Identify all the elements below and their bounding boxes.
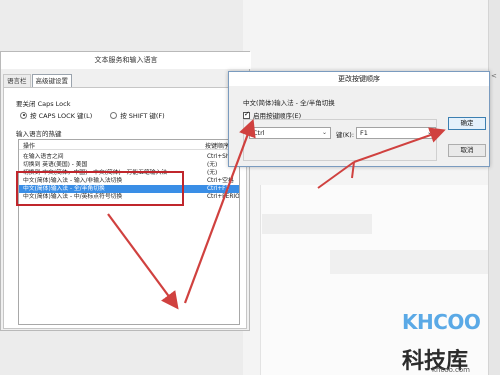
modifier-value: Ctrl (253, 129, 265, 137)
chevron-down-icon: ⌄ (321, 129, 327, 136)
tab-advanced-key-settings[interactable]: 高级键设置 (31, 74, 72, 87)
cancel-button[interactable]: 取消 (448, 144, 486, 157)
list-item-action: 切换到 英语(美国) - 美国 (23, 162, 88, 168)
caps-lock-label: 要关闭 Caps Lock (16, 100, 71, 108)
key-label: 键(K): (336, 131, 355, 139)
list-item[interactable]: 在输入语言之间 Ctrl+Shift (19, 153, 239, 161)
key-group-box (243, 119, 437, 161)
header-key-sequence: 按键顺序 (205, 143, 230, 150)
radio-shift[interactable] (110, 111, 118, 119)
language-text: 中文(简体)输入法 - 全/半角切换 (243, 99, 335, 107)
list-item-key: Ctrl+PERIOD (207, 194, 239, 200)
list-item-key: Ctrl+空格 (207, 178, 234, 184)
scrollbar[interactable]: < (488, 0, 500, 375)
background-strip-2 (330, 250, 500, 274)
list-item-key: (无) (207, 162, 218, 168)
dialog-title: 文本服务和输入语言 (1, 52, 251, 69)
key-select[interactable]: F1 ⌄ (356, 127, 436, 139)
header-action: 操作 (23, 143, 36, 150)
background-strip (262, 214, 372, 234)
hotkeys-label: 输入语言的热键 (16, 130, 62, 138)
annotation-highlight-box (16, 171, 184, 206)
hotkey-list[interactable]: 操作 按键顺序 在输入语言之间 Ctrl+Shift 切换到 英语(美国) - … (18, 139, 240, 325)
list-header: 操作 按键顺序 (19, 140, 239, 150)
tab-bar: 语言栏 高级键设置 (3, 74, 73, 87)
modifier-select[interactable]: Ctrl ⌄ (249, 127, 331, 139)
caps-radio-group: 按 CAPS LOCK 键(L) 按 SHIFT 键(F) (20, 110, 165, 120)
enable-checkbox[interactable] (243, 110, 250, 119)
ok-button[interactable]: 确定 (448, 117, 486, 130)
chevron-down-icon: ⌄ (426, 129, 432, 136)
chevron-left-icon[interactable]: < (491, 72, 497, 80)
list-item-action: 在输入语言之间 (23, 154, 64, 160)
key-value: F1 (360, 129, 368, 137)
dialog-title: 更改按键顺序 (229, 72, 489, 86)
tab-panel: 要关闭 Caps Lock 按 CAPS LOCK 键(L) 按 SHIFT 键… (3, 87, 247, 329)
logo-brand-text: KHCOO (402, 310, 481, 334)
list-item[interactable]: 切换到 英语(美国) - 美国 (无) (19, 161, 239, 169)
khcoo-logo: KHCOO (402, 302, 481, 342)
radio-shift-label[interactable]: 按 SHIFT 键(F) (120, 110, 164, 120)
logo-url-text: khcoo.com (432, 366, 470, 374)
list-item-key: (无) (207, 170, 218, 176)
radio-caps-lock-label[interactable]: 按 CAPS LOCK 键(L) (30, 110, 92, 120)
radio-caps-lock[interactable] (20, 111, 27, 119)
change-key-sequence-dialog: 更改按键顺序 中文(简体)输入法 - 全/半角切换 启用按键顺序(E) Ctrl… (228, 71, 490, 167)
tab-language-bar[interactable]: 语言栏 (3, 74, 31, 87)
list-item-key: Ctrl+F1 (207, 186, 230, 192)
